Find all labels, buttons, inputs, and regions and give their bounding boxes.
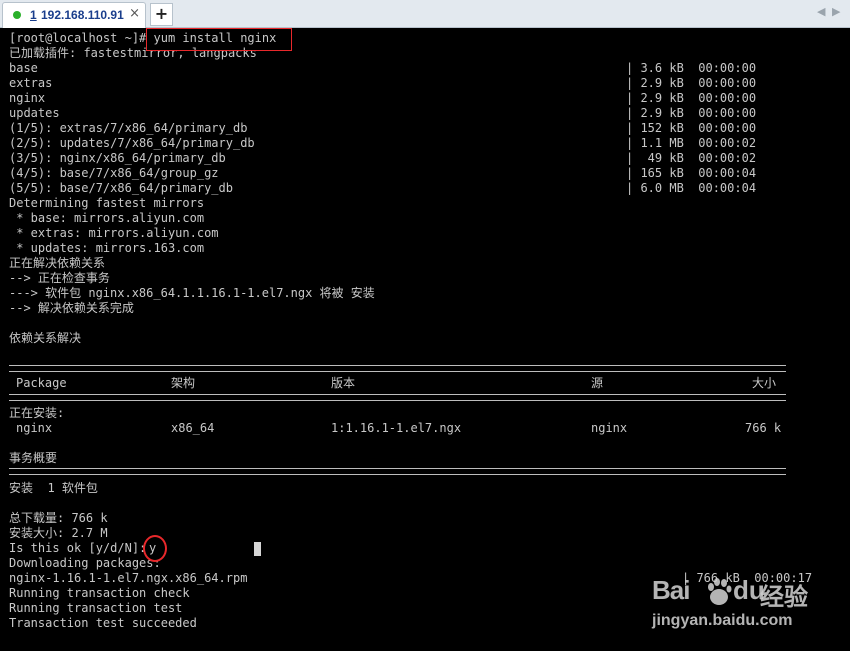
terminal-line: updates xyxy=(9,106,60,120)
terminal-pane[interactable]: [root@localhost ~]# yum install nginx 已加载… xyxy=(0,28,850,651)
tail-line: Running transaction check xyxy=(9,586,190,600)
answer-highlight-circle xyxy=(143,535,167,562)
table-cell-version: 1:1.16.1-1.el7.ngx xyxy=(331,421,462,435)
terminal-line: Determining fastest mirrors xyxy=(9,196,205,210)
tab-scroll-left-icon[interactable]: ◀ xyxy=(817,5,825,18)
installing-label: 正在安装: xyxy=(9,406,65,420)
summary-title: 事务概要 xyxy=(9,451,58,465)
table-separator xyxy=(9,468,786,475)
watermark-url: jingyan.baidu.com xyxy=(652,612,793,629)
terminal-line: (5/5): base/7/x86_64/primary_db xyxy=(9,181,233,195)
session-tab-bar: 1 192.168.110.91 × + ◀ ▶ xyxy=(0,0,850,28)
install-summary: 安装 1 软件包 xyxy=(9,481,98,495)
baidu-paw-logo-icon xyxy=(708,578,732,605)
table-separator xyxy=(9,394,786,401)
download-stats: | 49 kB 00:00:02 xyxy=(626,151,757,165)
terminal-line: --> 正在检查事务 xyxy=(9,271,110,285)
download-stats: | 3.6 kB 00:00:00 xyxy=(626,61,757,75)
terminal-line: (3/5): nginx/x86_64/primary_db xyxy=(9,151,226,165)
terminal-line: base xyxy=(9,61,38,75)
download-stats: | 6.0 MB 00:00:04 xyxy=(626,181,757,195)
table-cell-arch: x86_64 xyxy=(171,421,215,435)
tail-line: nginx-1.16.1-1.el7.ngx.x86_64.rpm xyxy=(9,571,248,585)
col-header-version: 版本 xyxy=(331,376,356,390)
terminal-line: (4/5): base/7/x86_64/group_gz xyxy=(9,166,219,180)
connected-status-icon xyxy=(13,11,21,19)
download-stats: | 2.9 kB 00:00:00 xyxy=(626,106,757,120)
terminal-line: nginx xyxy=(9,91,46,105)
tail-line: Downloading packages: xyxy=(9,556,161,570)
tab-number: 1 xyxy=(30,8,37,22)
terminal-line: * updates: mirrors.163.com xyxy=(9,241,205,255)
col-header-size: 大小 xyxy=(752,376,777,390)
table-cell-package: nginx xyxy=(16,421,53,435)
new-tab-button[interactable]: + xyxy=(150,3,173,26)
terminal-line: 正在解决依赖关系 xyxy=(9,256,106,270)
tab-scroll-right-icon[interactable]: ▶ xyxy=(832,5,840,18)
tab-title: 192.168.110.91 xyxy=(41,8,124,22)
table-separator xyxy=(9,365,786,372)
watermark-product: 经验 xyxy=(760,583,808,611)
terminal-line: --> 解决依赖关系完成 xyxy=(9,301,134,315)
download-stats: | 165 kB 00:00:04 xyxy=(626,166,757,180)
tail-line: Transaction test succeeded xyxy=(9,616,197,630)
table-cell-size: 766 k xyxy=(745,421,782,435)
watermark-brand: Bai xyxy=(652,575,690,605)
download-stats: | 152 kB 00:00:00 xyxy=(626,121,757,135)
total-download: 总下载量: 766 k xyxy=(9,511,108,525)
terminal-cursor xyxy=(254,542,261,556)
col-header-arch: 架构 xyxy=(171,376,196,390)
terminal-line: * extras: mirrors.aliyun.com xyxy=(9,226,219,240)
tail-line: Running transaction test xyxy=(9,601,183,615)
col-header-repo: 源 xyxy=(591,376,604,390)
download-stats: | 2.9 kB 00:00:00 xyxy=(626,91,757,105)
terminal-line: (2/5): updates/7/x86_64/primary_db xyxy=(9,136,255,150)
download-stats: | 2.9 kB 00:00:00 xyxy=(626,76,757,90)
session-tab[interactable]: 1 192.168.110.91 × xyxy=(2,2,146,28)
command-highlight-box xyxy=(146,28,292,51)
download-stats: | 1.1 MB 00:00:02 xyxy=(626,136,757,150)
col-header-package: Package xyxy=(16,376,67,390)
terminal-line: extras xyxy=(9,76,53,90)
confirm-prompt: Is this ok [y/d/N]: xyxy=(9,541,154,555)
terminal-line: ---> 软件包 nginx.x86_64.1.1.16.1-1.el7.ngx… xyxy=(9,286,375,300)
install-size: 安装大小: 2.7 M xyxy=(9,526,108,540)
table-cell-repo: nginx xyxy=(591,421,628,435)
close-tab-icon[interactable]: × xyxy=(129,6,140,21)
terminal-line: * base: mirrors.aliyun.com xyxy=(9,211,205,225)
terminal-line: (1/5): extras/7/x86_64/primary_db xyxy=(9,121,248,135)
terminal-line: 依赖关系解决 xyxy=(9,331,82,345)
